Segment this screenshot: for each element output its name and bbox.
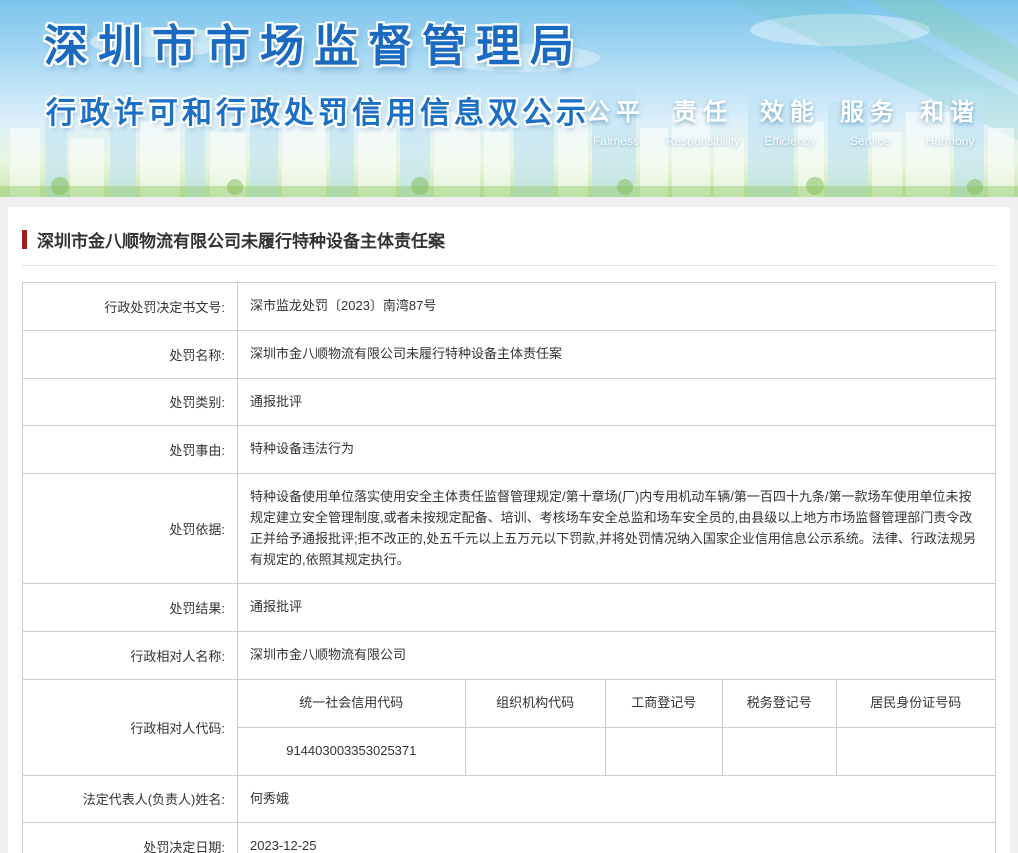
field-label: 法定代表人(负责人)姓名: <box>22 774 238 824</box>
code-header-tax: 税务登记号 <box>722 679 837 728</box>
table-row-legal-rep: 法定代表人(负责人)姓名: 何秀娥 <box>22 774 996 824</box>
table-row-party-name: 行政相对人名称: 深圳市金八顺物流有限公司 <box>22 631 996 680</box>
table-row-penalty-name: 处罚名称: 深圳市金八顺物流有限公司未履行特种设备主体责任案 <box>22 329 996 379</box>
content-panel: 深圳市金八顺物流有限公司未履行特种设备主体责任案 行政处罚决定书文号: 深市监龙… <box>8 207 1010 853</box>
field-label: 处罚名称: <box>22 329 238 379</box>
field-label: 处罚结果: <box>22 583 238 633</box>
slogan-en: Harmony <box>925 134 975 148</box>
code-header-org: 组织机构代码 <box>465 679 606 728</box>
slogan-group: 公平 Fairness 责任 Responsibility 效能 Efficie… <box>586 92 980 148</box>
table-row-decision-date: 处罚决定日期: 2023-12-25 <box>22 822 996 853</box>
field-label: 行政相对人代码: <box>22 678 238 776</box>
codes-header-row: 统一社会信用代码 组织机构代码 工商登记号 税务登记号 居民身份证号码 <box>238 679 995 728</box>
field-label: 处罚依据: <box>22 473 238 585</box>
code-header-business: 工商登记号 <box>605 679 723 728</box>
code-value-org <box>465 727 606 775</box>
field-value: 2023-12-25 <box>237 822 996 853</box>
field-value: 深圳市金八顺物流有限公司未履行特种设备主体责任案 <box>237 329 996 379</box>
field-label: 处罚类别: <box>22 377 238 427</box>
code-header-id: 居民身份证号码 <box>836 679 995 728</box>
slogan-cn: 效能 <box>760 99 820 126</box>
slogan-en: Efficiency <box>764 134 816 148</box>
table-row-penalty-result: 处罚结果: 通报批评 <box>22 583 996 633</box>
field-value: 特种设备违法行为 <box>237 425 996 475</box>
party-codes-table: 统一社会信用代码 组织机构代码 工商登记号 税务登记号 居民身份证号码 9144… <box>238 679 995 775</box>
slogan-cn: 公平 <box>585 99 646 126</box>
code-value-tax <box>722 727 837 775</box>
page-title: 深圳市金八顺物流有限公司未履行特种设备主体责任案 <box>37 232 445 251</box>
code-value-business <box>605 727 723 775</box>
field-label: 行政处罚决定书文号: <box>22 282 238 331</box>
table-row-penalty-basis: 处罚依据: 特种设备使用单位落实使用安全主体责任监督管理规定/第十章场(厂)内专… <box>22 473 996 585</box>
field-value: 深市监龙处罚〔2023〕南湾87号 <box>237 282 996 331</box>
page-title-bar: 深圳市金八顺物流有限公司未履行特种设备主体责任案 <box>22 227 996 266</box>
table-row-penalty-reason: 处罚事由: 特种设备违法行为 <box>22 425 996 475</box>
table-row-penalty-category: 处罚类别: 通报批评 <box>22 377 996 427</box>
slogan-en: Fairness <box>592 134 639 148</box>
code-header-credit: 统一社会信用代码 <box>238 679 466 728</box>
table-row-decision-doc-no: 行政处罚决定书文号: 深市监龙处罚〔2023〕南湾87号 <box>22 282 996 331</box>
site-title: 深圳市市场监督管理局 <box>44 22 584 71</box>
field-value: 深圳市金八顺物流有限公司 <box>237 631 996 680</box>
field-value: 何秀娥 <box>237 774 996 824</box>
party-codes-cell: 统一社会信用代码 组织机构代码 工商登记号 税务登记号 居民身份证号码 9144… <box>237 678 996 776</box>
field-label: 行政相对人名称: <box>22 631 238 680</box>
field-value: 通报批评 <box>237 377 996 427</box>
code-value-credit: 914403003353025371 <box>238 727 466 775</box>
code-value-id <box>836 727 995 774</box>
field-label: 处罚事由: <box>22 425 238 475</box>
codes-value-row: 914403003353025371 <box>238 727 995 775</box>
slogan-item: 服务 Service <box>840 92 900 148</box>
title-accent-bar <box>22 230 27 249</box>
table-row-party-codes: 行政相对人代码: 统一社会信用代码 组织机构代码 工商登记号 税务登记号 居民身… <box>22 678 996 776</box>
field-label: 处罚决定日期: <box>22 822 238 853</box>
field-value: 通报批评 <box>237 583 996 633</box>
slogan-cn: 服务 <box>840 99 900 126</box>
slogan-cn: 责任 <box>672 99 733 126</box>
slogan-item: 责任 Responsibility <box>666 92 740 148</box>
slogan-item: 公平 Fairness <box>586 92 646 148</box>
slogan-item: 效能 Efficiency <box>760 92 820 148</box>
slogan-item: 和谐 Harmony <box>920 92 980 148</box>
site-subtitle: 行政许可和行政处罚信用信息双公示 <box>46 97 590 130</box>
field-value: 特种设备使用单位落实使用安全主体责任监督管理规定/第十章场(厂)内专用机动车辆/… <box>237 473 996 585</box>
site-banner: 深圳市市场监督管理局 行政许可和行政处罚信用信息双公示 公平 Fairness … <box>0 0 1018 197</box>
slogan-en: Responsibility <box>665 134 740 148</box>
slogan-en: Service <box>849 134 890 148</box>
penalty-info-table: 行政处罚决定书文号: 深市监龙处罚〔2023〕南湾87号 处罚名称: 深圳市金八… <box>22 282 996 853</box>
slogan-cn: 和谐 <box>920 99 980 126</box>
